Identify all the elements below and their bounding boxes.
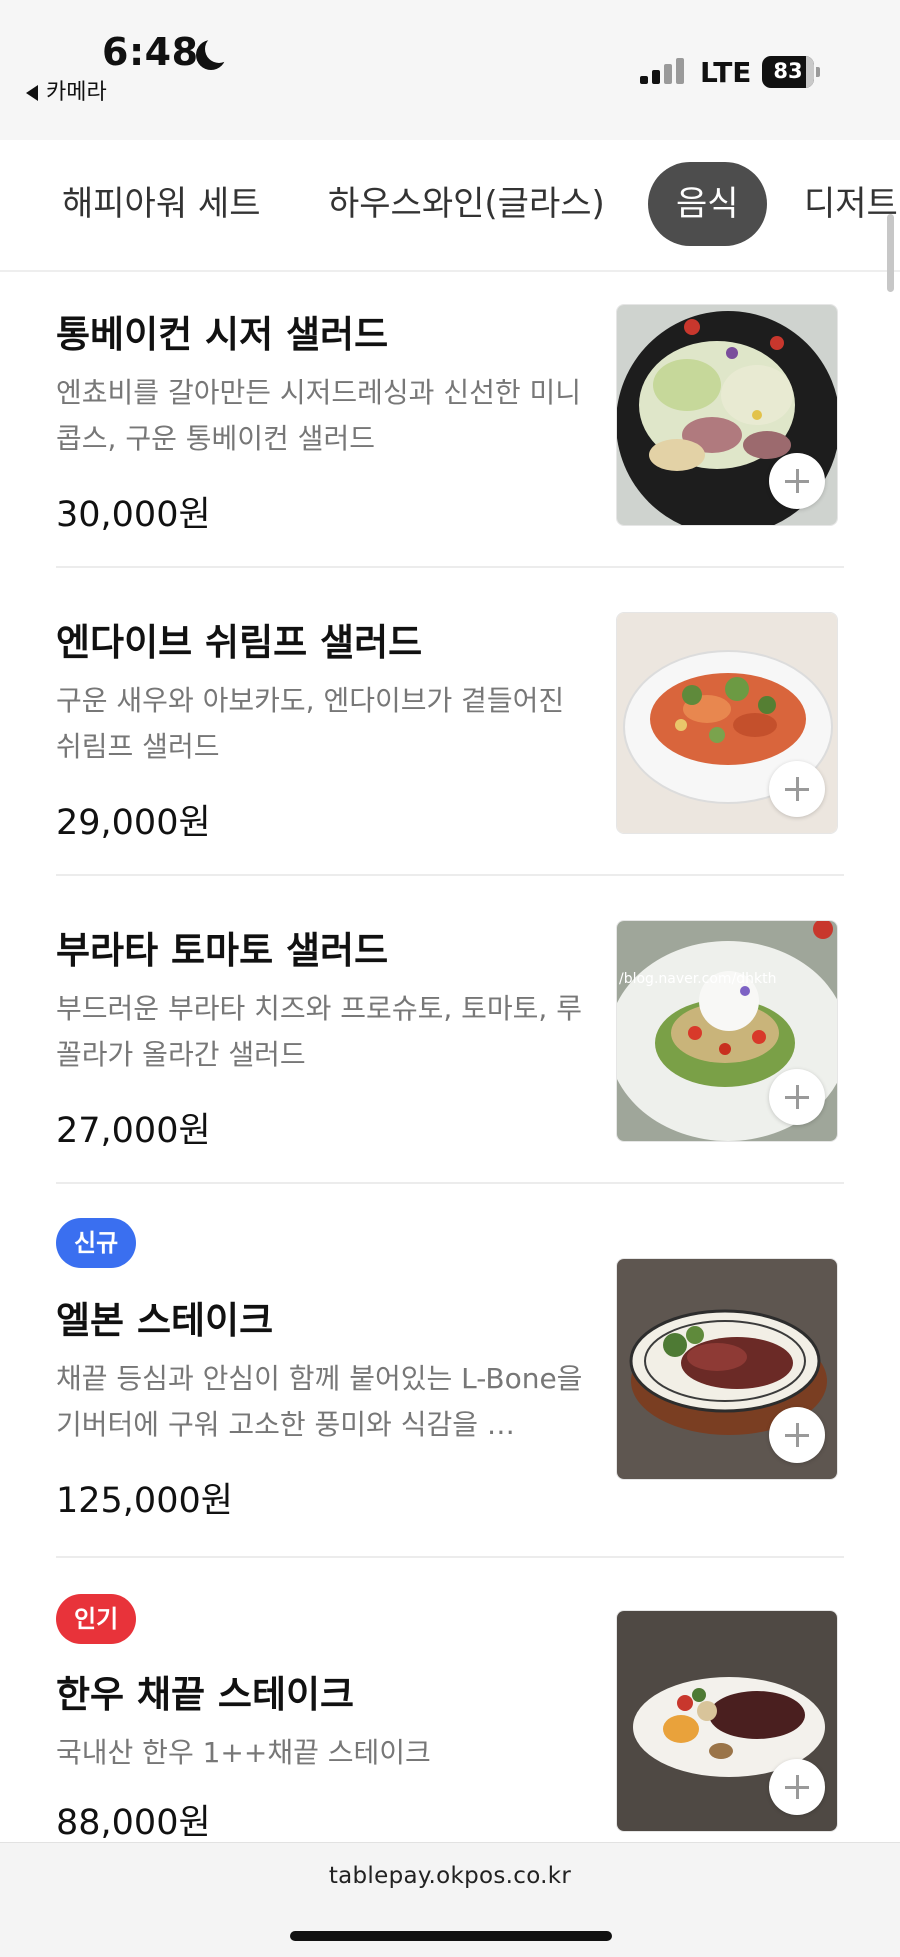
menu-item-price: 27,000원 xyxy=(56,1111,211,1151)
divider xyxy=(56,1556,844,1558)
scrollbar[interactable] xyxy=(887,214,894,292)
back-app-label: 카메라 xyxy=(46,80,107,105)
back-triangle-icon xyxy=(26,85,38,101)
battery-percent: 83 xyxy=(773,59,803,83)
menu-item-photo: /blog.naver.com/dhkth xyxy=(616,920,838,1142)
divider xyxy=(56,1182,844,1184)
tab-dessert[interactable]: 디저트 xyxy=(804,162,898,246)
back-to-app-link[interactable]: 카메라 xyxy=(26,74,107,106)
tab-house-wine-glass[interactable]: 하우스와인(글라스) xyxy=(328,162,605,246)
tab-food[interactable]: 음식 xyxy=(648,162,767,246)
menu-item-name: 부라타 토마토 샐러드 xyxy=(56,929,389,972)
menu-item-description: 부드러운 부라타 치즈와 프로슈토, 토마토, 루꼴라가 올라간 샐러드 xyxy=(56,992,582,1071)
clock: 6:48 xyxy=(102,30,199,74)
menu-item-photo xyxy=(616,304,838,526)
tab-happy-hour-set[interactable]: 해피아워 세트 xyxy=(62,162,261,246)
menu-item-photo xyxy=(616,612,838,834)
add-to-cart-button[interactable] xyxy=(769,1759,825,1815)
status-bar: 6:48 카메라 LTE 83 xyxy=(0,0,900,140)
moon-icon xyxy=(196,35,233,70)
menu-item-photo xyxy=(616,1610,838,1832)
new-badge: 신규 xyxy=(56,1218,137,1268)
battery-icon: 83 xyxy=(762,56,820,88)
add-to-cart-button[interactable] xyxy=(769,761,825,817)
menu-item-description: 엔쵸비를 갈아만든 시저드레싱과 신선한 미니콥스, 구운 통베이컨 샐러드 xyxy=(56,376,582,455)
popular-badge: 인기 xyxy=(56,1594,137,1644)
home-indicator[interactable] xyxy=(290,1931,612,1941)
menu-item-photo xyxy=(616,1258,838,1480)
add-to-cart-button[interactable] xyxy=(769,1069,825,1125)
menu-item-price: 125,000원 xyxy=(56,1481,233,1521)
menu-item-description: 채끝 등심과 안심이 함께 붙어있는 L-Bone을 기버터에 구워 고소한 풍… xyxy=(56,1362,583,1441)
menu-item-price: 88,000원 xyxy=(56,1803,211,1843)
signal-icon xyxy=(640,58,686,90)
menu-item-name: 엘본 스테이크 xyxy=(56,1299,274,1342)
menu-item-description: 국내산 한우 1++채끝 스테이크 xyxy=(56,1736,431,1769)
network-type: LTE xyxy=(700,56,752,89)
divider xyxy=(56,566,844,568)
url-field[interactable]: tablepay.okpos.co.kr xyxy=(0,1863,900,1889)
category-tabs: 해피아워 세트 하우스와인(글라스) 음식 디저트 xyxy=(0,140,900,272)
add-to-cart-button[interactable] xyxy=(769,1407,825,1463)
divider xyxy=(56,874,844,876)
menu-item-name: 통베이컨 시저 샐러드 xyxy=(56,313,389,356)
menu-item-description: 구운 새우와 아보카도, 엔다이브가 곁들어진 쉬림프 샐러드 xyxy=(56,684,565,763)
menu-item-name: 한우 채끝 스테이크 xyxy=(56,1673,355,1716)
menu-item-name: 엔다이브 쉬림프 샐러드 xyxy=(56,621,423,664)
menu-item-price: 30,000원 xyxy=(56,495,211,535)
browser-bottom-bar: tablepay.okpos.co.kr xyxy=(0,1842,900,1957)
menu-item-price: 29,000원 xyxy=(56,803,211,843)
photo-watermark: /blog.naver.com/dhkth xyxy=(619,971,777,987)
add-to-cart-button[interactable] xyxy=(769,453,825,509)
